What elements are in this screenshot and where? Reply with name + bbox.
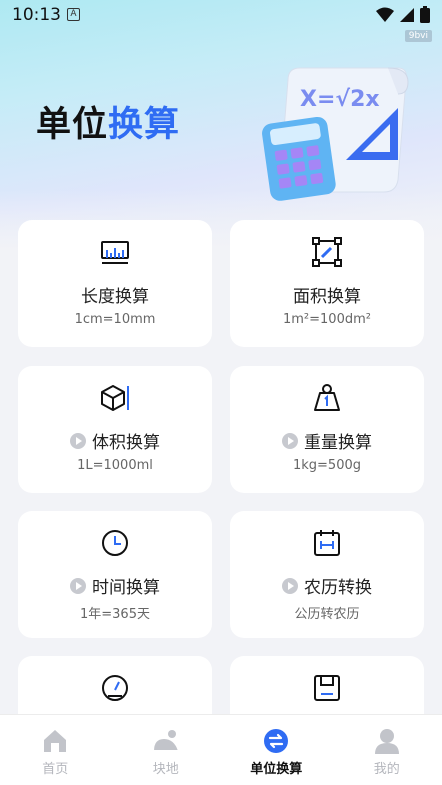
status-icons	[376, 6, 430, 23]
play-icon	[70, 577, 86, 594]
play-icon	[282, 577, 298, 594]
card-volume[interactable]: 体积换算 1L=1000ml	[18, 366, 212, 493]
tab-label: 我的	[373, 762, 400, 777]
hero-illustration: X=√2x	[262, 67, 409, 201]
convert-icon	[264, 729, 289, 753]
page-title-part1: 单位	[36, 105, 109, 145]
play-icon	[70, 432, 86, 449]
signal-icon	[400, 7, 414, 22]
tab-unit-convert[interactable]: 单位换算	[221, 715, 332, 785]
card-example: 1cm=10mm	[74, 312, 156, 327]
card-weight[interactable]: 重量换算 1kg=500g	[230, 366, 424, 493]
ruler-icon	[101, 241, 129, 264]
tab-label: 首页	[42, 762, 69, 777]
speedometer-icon	[102, 675, 128, 701]
card-example: 公历转农历	[294, 607, 360, 622]
page-title-part2: 换算	[108, 105, 181, 145]
page-title: 单位换算	[36, 96, 180, 147]
hero-formula: X=√2x	[300, 87, 380, 112]
play-icon	[282, 432, 298, 449]
tab-land[interactable]: 块地	[111, 715, 222, 785]
card-example: 1L=1000ml	[77, 458, 153, 473]
cube-icon	[101, 385, 129, 411]
battery-icon	[420, 6, 430, 23]
notification-icon: A	[67, 8, 80, 21]
home-icon	[44, 730, 67, 752]
tab-profile[interactable]: 我的	[332, 715, 442, 785]
status-bar: 10:13 A 9bvi	[0, 0, 442, 42]
card-example: 1年=365天	[80, 607, 150, 622]
card-name: 时间换算	[18, 573, 212, 598]
storage-icon	[314, 675, 340, 701]
profile-icon	[374, 729, 399, 754]
tab-home[interactable]: 首页	[0, 715, 111, 785]
card-example: 1m²=100dm²	[283, 312, 371, 327]
card-name: 面积换算	[293, 287, 361, 307]
card-lunar-calendar[interactable]: 农历转换 公历转农历	[230, 511, 424, 638]
wifi-icon	[376, 7, 394, 22]
card-example: 1kg=500g	[292, 458, 361, 473]
card-name: 长度换算	[81, 287, 149, 307]
card-time[interactable]: 时间换算 1年=365天	[18, 511, 212, 638]
tab-label: 块地	[152, 762, 179, 777]
weight-icon	[314, 384, 340, 411]
calendar-icon	[314, 530, 340, 556]
land-icon	[153, 730, 178, 752]
card-name: 体积换算	[18, 428, 212, 453]
area-icon	[312, 237, 342, 267]
card-name: 重量换算	[230, 428, 424, 453]
tab-bar: 首页 块地 单位换算 我的	[0, 714, 442, 785]
status-time: 10:13	[12, 5, 61, 25]
card-length[interactable]: 长度换算 1cm=10mm	[18, 220, 212, 347]
card-name: 农历转换	[230, 573, 424, 598]
watermark-tag: 9bvi	[404, 30, 432, 42]
card-area[interactable]: 面积换算 1m²=100dm²	[230, 220, 424, 347]
clock-icon	[102, 530, 128, 556]
tab-label: 单位换算	[250, 762, 303, 777]
